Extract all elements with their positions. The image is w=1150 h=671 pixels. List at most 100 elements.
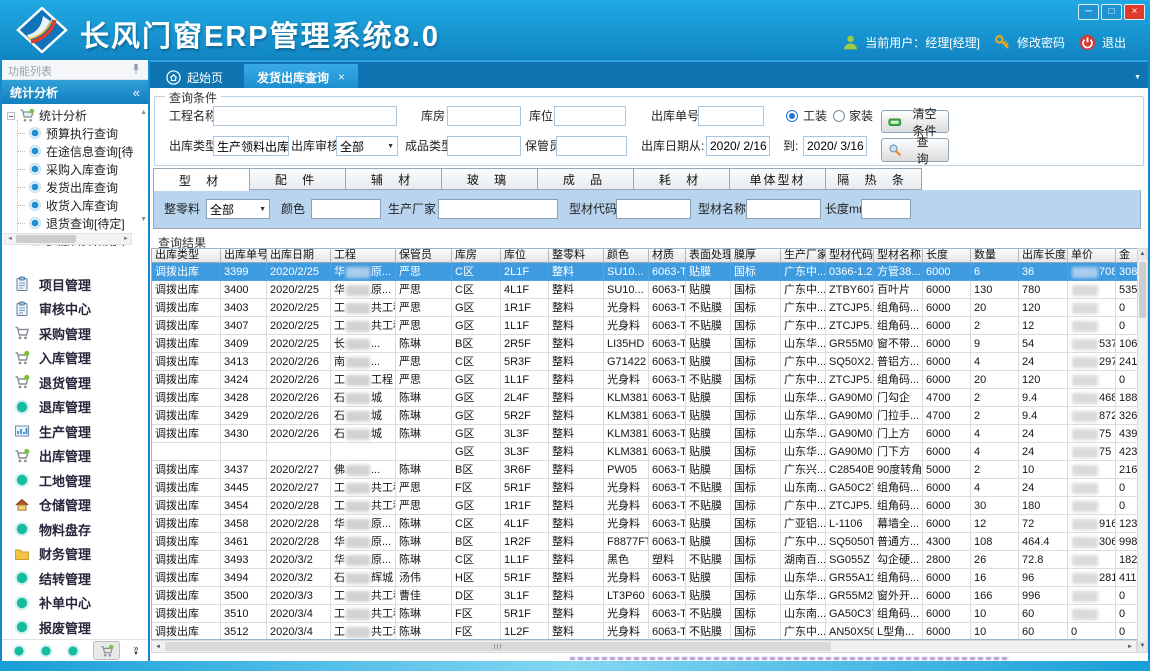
sidebar-item-site-mgmt[interactable]: 工地管理 bbox=[2, 468, 148, 493]
column-header[interactable]: 型材名称 bbox=[874, 249, 923, 263]
sidebar-item-warehouse-mgmt[interactable]: 仓储管理 bbox=[2, 493, 148, 518]
sidebar-item-audit-center[interactable]: 审核中心 bbox=[2, 297, 148, 322]
audit-select[interactable]: 全部▼ bbox=[336, 136, 398, 156]
table-row[interactable]: 调拨出库34292020/2/26石城陈琳G区5R2F整料KLM38176063… bbox=[152, 407, 1137, 425]
scroll-right-icon[interactable]: ► bbox=[121, 236, 131, 242]
scroll-up-icon[interactable]: ▲ bbox=[1138, 249, 1147, 260]
expander-icon[interactable] bbox=[7, 112, 15, 120]
table-row[interactable]: 调拨出库34032020/2/25工共工程严思G区1R1F整料光身料6063-T… bbox=[152, 299, 1137, 317]
table-row[interactable]: 调拨出库34002020/2/25华原...严思C区4L1F整料SU10...6… bbox=[152, 281, 1137, 299]
material-tab-7[interactable]: 隔 热 条 bbox=[825, 168, 922, 190]
column-header[interactable]: 整零料 bbox=[549, 249, 604, 263]
tree-root[interactable]: 统计分析 bbox=[2, 104, 148, 124]
table-row[interactable]: 调拨出库35102020/3/4工共工程陈琳F区5R1F整料光身料6063-T5… bbox=[152, 605, 1137, 623]
location-input[interactable] bbox=[554, 106, 626, 126]
change-password-link[interactable]: 修改密码 bbox=[1017, 34, 1065, 51]
sidebar-item-return-goods-mgmt[interactable]: 退货管理 bbox=[2, 370, 148, 395]
sidebar-item-scrap-mgmt[interactable]: 报废管理 bbox=[2, 615, 148, 640]
date-to-picker[interactable]: 2020/ 3/16▼ bbox=[803, 136, 867, 156]
table-row[interactable]: 调拨出库34372020/2/27佛...陈琳B区3R6F整料PW056063-… bbox=[152, 461, 1137, 479]
column-header[interactable]: 单价 bbox=[1068, 249, 1116, 263]
tree-scroll-down-icon[interactable]: ▼ bbox=[140, 216, 147, 224]
tab-close-icon[interactable]: × bbox=[338, 70, 345, 84]
collapsed-item-icon[interactable] bbox=[12, 644, 26, 658]
column-header[interactable]: 表面处理 bbox=[686, 249, 731, 263]
collapsed-item-icon[interactable] bbox=[39, 644, 53, 658]
profile-name-input[interactable] bbox=[746, 199, 821, 219]
clear-conditions-button[interactable]: 清空条件 bbox=[881, 110, 949, 133]
radio-jiazhuang[interactable] bbox=[833, 110, 845, 122]
table-row[interactable]: 调拨出库34612020/2/28华原...陈琳B区1R2F整料F8877FT6… bbox=[152, 533, 1137, 551]
table-row[interactable]: 调拨出库34282020/2/26石城陈琳G区2L4F整料KLM38176063… bbox=[152, 389, 1137, 407]
tab-list-dropdown-icon[interactable]: ▼ bbox=[1134, 74, 1141, 81]
column-header[interactable]: 长度 bbox=[923, 249, 971, 263]
tab-start-page[interactable]: 起始页 bbox=[154, 64, 235, 90]
column-header[interactable]: 库位 bbox=[501, 249, 549, 263]
sidebar-item-carryover-mgmt[interactable]: 结转管理 bbox=[2, 566, 148, 591]
pin-icon[interactable] bbox=[130, 63, 142, 75]
close-button[interactable]: × bbox=[1124, 4, 1145, 20]
radio-gongzhuang[interactable] bbox=[786, 110, 798, 122]
material-tab-2[interactable]: 辅 材 bbox=[345, 168, 442, 190]
date-from-picker[interactable]: 2020/ 2/16▼ bbox=[706, 136, 770, 156]
column-header[interactable]: 出库单号 bbox=[221, 249, 267, 263]
scroll-thumb[interactable] bbox=[1139, 262, 1146, 318]
grid-vscrollbar[interactable]: ▲ ▼ bbox=[1137, 248, 1148, 653]
material-tab-6[interactable]: 单体型材 bbox=[729, 168, 826, 190]
table-row[interactable]: 调拨出库34452020/2/27工共工程严思F区5R1F整料光身料6063-T… bbox=[152, 479, 1137, 497]
material-tab-5[interactable]: 耗 材 bbox=[633, 168, 730, 190]
column-header[interactable]: 金 bbox=[1116, 249, 1137, 263]
column-header[interactable]: 颜色 bbox=[604, 249, 649, 263]
tree-item[interactable]: 收货入库查询 bbox=[2, 196, 148, 214]
order-no-input[interactable] bbox=[698, 106, 764, 126]
column-header[interactable]: 工程 bbox=[331, 249, 396, 263]
sidebar-item-outbound-mgmt[interactable]: 出库管理 bbox=[2, 444, 148, 469]
sidebar-item-material-inventory[interactable]: 物料盘存 bbox=[2, 517, 148, 542]
table-row[interactable]: 调拨出库34942020/3/2石辉城汤伟H区5R1F整料光身料6063-T5贴… bbox=[152, 569, 1137, 587]
sidebar-section-header[interactable]: 统计分析 « bbox=[2, 80, 148, 104]
grid-hscrollbar[interactable]: ◄ ► bbox=[151, 640, 1137, 653]
column-header[interactable]: 材质 bbox=[649, 249, 686, 263]
sidebar-item-project-mgmt[interactable]: 项目管理 bbox=[2, 272, 148, 297]
sidebar-splitter[interactable] bbox=[148, 60, 150, 661]
tree-item[interactable]: 退货查询[待定] bbox=[2, 214, 148, 232]
column-header[interactable]: 膜厚 bbox=[731, 249, 781, 263]
table-row[interactable]: 调拨出库34932020/3/2华原...陈琳C区1L1F整料黑色塑料不贴膜国标… bbox=[152, 551, 1137, 569]
radio-gongzhuang-label[interactable]: 工装 bbox=[803, 106, 827, 126]
warehouse-input[interactable] bbox=[447, 106, 521, 126]
table-row[interactable]: 调拨出库34092020/2/25长...陈琳B区2R5F整料LI35HD606… bbox=[152, 335, 1137, 353]
scroll-left-icon[interactable]: ◄ bbox=[152, 644, 164, 650]
minimize-button[interactable]: ─ bbox=[1078, 4, 1099, 20]
keeper-input[interactable] bbox=[556, 136, 627, 156]
color-input[interactable] bbox=[311, 199, 381, 219]
material-tab-1[interactable]: 配 件 bbox=[249, 168, 346, 190]
collapsed-item-icon[interactable] bbox=[66, 644, 80, 658]
project-name-input[interactable] bbox=[213, 106, 397, 126]
scroll-thumb[interactable] bbox=[165, 642, 831, 651]
product-type-input[interactable] bbox=[447, 136, 521, 156]
column-header[interactable]: 出库日期 bbox=[267, 249, 331, 263]
overflow-button[interactable]: » ▼ bbox=[133, 645, 139, 657]
column-header[interactable]: 数量 bbox=[971, 249, 1019, 263]
table-row[interactable]: 调拨出库35122020/3/4工共工程陈琳F区1L2F整料光身料6063-T5… bbox=[152, 623, 1137, 640]
tree-scroll-up-icon[interactable]: ▲ bbox=[140, 109, 147, 117]
table-row[interactable]: 调拨出库34542020/2/28工共工程严思G区1R1F整料光身料6063-T… bbox=[152, 497, 1137, 515]
material-tab-4[interactable]: 成 品 bbox=[537, 168, 634, 190]
table-row[interactable]: G区3L3F整料KLM38176063-T5贴膜国标山东华...GA90M09.… bbox=[152, 443, 1137, 461]
sidebar-item-supplement-center[interactable]: 补单中心 bbox=[2, 591, 148, 616]
table-row[interactable]: 调拨出库33992020/2/25华原...严思C区2L1F整料SU10...6… bbox=[152, 263, 1137, 281]
material-tab-0[interactable]: 型 材 bbox=[153, 168, 250, 191]
column-header[interactable]: 型材代码 bbox=[826, 249, 874, 263]
out-type-select[interactable]: 生产领料出库▼ bbox=[213, 136, 289, 156]
collapse-icon[interactable]: « bbox=[133, 85, 140, 100]
scroll-thumb[interactable] bbox=[16, 235, 76, 243]
sidebar-item-inbound-mgmt[interactable]: 入库管理 bbox=[2, 346, 148, 371]
radio-jiazhuang-label[interactable]: 家装 bbox=[849, 106, 873, 126]
column-header[interactable]: 出库长度 bbox=[1019, 249, 1068, 263]
column-header[interactable]: 生产厂家 bbox=[781, 249, 826, 263]
profile-code-input[interactable] bbox=[616, 199, 691, 219]
tree-hscrollbar[interactable]: ◄ ► bbox=[4, 233, 132, 245]
sidebar-item-finance-mgmt[interactable]: 财务管理 bbox=[2, 542, 148, 567]
search-button[interactable]: 查 询 bbox=[881, 138, 949, 162]
column-header[interactable]: 出库类型 bbox=[152, 249, 221, 263]
